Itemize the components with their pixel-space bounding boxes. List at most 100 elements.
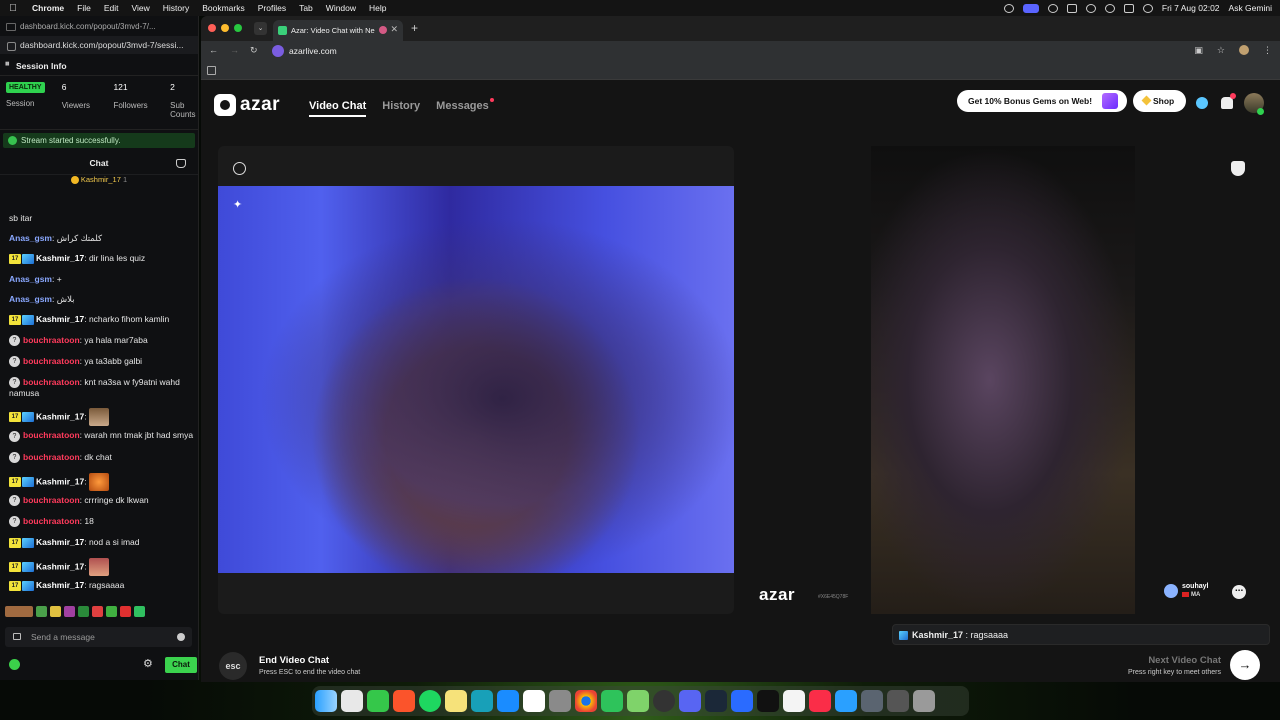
chat-username[interactable]: Kashmir_17	[36, 314, 84, 324]
emote-slot[interactable]	[106, 606, 117, 617]
menu-history[interactable]: History	[163, 3, 189, 13]
maps-icon[interactable]	[627, 690, 649, 712]
emote-slot[interactable]	[50, 606, 61, 617]
menu-profiles[interactable]: Profiles	[258, 3, 286, 13]
chat-bubble-icon[interactable]	[1196, 97, 1208, 109]
menu-kebab-icon[interactable]: ⋮	[1263, 45, 1272, 56]
nav-messages[interactable]: Messages	[436, 98, 494, 112]
menu-tab[interactable]: Tab	[299, 3, 313, 13]
downloads-icon[interactable]	[887, 690, 909, 712]
forward-icon[interactable]: →	[230, 45, 239, 55]
emote-slot[interactable]	[134, 606, 145, 617]
bookmark-star-icon[interactable]: ☆	[1217, 45, 1225, 56]
emote-slot[interactable]	[92, 606, 103, 617]
pinned-user-bar[interactable]: Kashmir_17 1	[0, 175, 198, 187]
bonus-gems-button[interactable]: Get 10% Bonus Gems on Web!	[957, 90, 1127, 112]
minimize-window-button[interactable]	[221, 24, 229, 32]
address-bar[interactable]: azarlive.com	[269, 43, 1189, 60]
menu-help[interactable]: Help	[369, 3, 386, 13]
safari-icon[interactable]	[835, 690, 857, 712]
chat-username[interactable]: Kashmir_17	[36, 537, 84, 547]
status-icon-active[interactable]	[1022, 3, 1039, 13]
zoom-window-button[interactable]	[234, 24, 242, 32]
peer-info[interactable]: souhayl MA	[1164, 582, 1234, 602]
profile-avatar-icon[interactable]	[1239, 45, 1249, 55]
chat-message-list[interactable]: sb itar Anas_gsm: كلمتك كراش 17 Kashmir_17:…	[0, 213, 199, 603]
chat-username[interactable]: Anas_gsm	[9, 294, 52, 304]
close-window-button[interactable]	[208, 24, 216, 32]
chrome-icon[interactable]	[575, 690, 597, 712]
report-shield-icon[interactable]	[1231, 161, 1245, 176]
apps-grid-icon[interactable]	[207, 66, 216, 75]
magic-wand-icon[interactable]: ✦	[233, 198, 242, 211]
popout-url[interactable]: dashboard.kick.com/popout/3mvd-7/sessi..…	[0, 36, 198, 54]
chat-username[interactable]: bouchraatoon	[23, 495, 80, 505]
menu-bookmarks[interactable]: Bookmarks	[202, 3, 245, 13]
chat-username[interactable]: Anas_gsm	[9, 233, 52, 243]
emote-slot[interactable]	[120, 606, 131, 617]
facetime-icon[interactable]	[601, 690, 623, 712]
emote-slot[interactable]	[36, 606, 47, 617]
finder-icon[interactable]	[315, 690, 337, 712]
status-icon-2[interactable]	[1066, 3, 1077, 13]
gear-icon[interactable]: ⚙	[143, 659, 154, 670]
chat-send-button[interactable]: Chat	[165, 657, 197, 673]
back-icon[interactable]: ←	[209, 45, 218, 55]
users-icon[interactable]	[176, 159, 186, 168]
siri-icon[interactable]	[1142, 3, 1153, 13]
brave-icon[interactable]	[393, 690, 415, 712]
status-icon-a[interactable]	[1085, 3, 1096, 13]
chat-username[interactable]: bouchraatoon	[23, 356, 80, 366]
davinci-icon[interactable]	[861, 690, 883, 712]
chat-username[interactable]: Kashmir_17	[36, 412, 84, 422]
proton-icon[interactable]	[731, 690, 753, 712]
emote-slot[interactable]	[64, 606, 75, 617]
notion-icon[interactable]	[523, 690, 545, 712]
apple-icon[interactable]: 	[8, 3, 18, 14]
music-icon[interactable]	[809, 690, 831, 712]
steam-icon[interactable]	[705, 690, 727, 712]
activity-icon[interactable]	[471, 690, 493, 712]
status-icon-1[interactable]	[1003, 3, 1014, 13]
chat-username[interactable]: bouchraatoon	[23, 452, 80, 462]
discord-icon[interactable]	[679, 690, 701, 712]
launchpad-icon[interactable]	[341, 690, 363, 712]
settings-icon[interactable]	[549, 690, 571, 712]
tab-azar[interactable]: Azar: Video Chat with Ne ✕	[273, 20, 403, 41]
wifi-icon[interactable]	[1104, 3, 1115, 13]
chat-username[interactable]: bouchraatoon	[23, 516, 80, 526]
more-options-icon[interactable]: ⋯	[1232, 585, 1246, 599]
menu-window[interactable]: Window	[326, 3, 356, 13]
datetime[interactable]: Fri 7 Aug 02:02	[1162, 3, 1220, 13]
ask-gemini-button[interactable]: Ask Gemini	[1229, 3, 1272, 13]
emote-slot[interactable]	[5, 606, 33, 617]
chat-username[interactable]: Kashmir_17	[36, 253, 84, 263]
trash-icon[interactable]	[913, 690, 935, 712]
menu-edit[interactable]: Edit	[104, 3, 119, 13]
reload-icon[interactable]: ↻	[250, 45, 258, 56]
chat-username[interactable]: Kashmir_17	[36, 476, 84, 486]
site-info-icon[interactable]	[272, 45, 284, 57]
control-center-icon[interactable]	[1123, 3, 1134, 13]
menu-app-name[interactable]: Chrome	[32, 3, 64, 13]
expand-icon[interactable]	[233, 162, 246, 175]
messages-icon[interactable]	[367, 690, 389, 712]
capcut-icon[interactable]	[783, 690, 805, 712]
chat-username[interactable]: bouchraatoon	[23, 430, 80, 440]
notes-icon[interactable]	[445, 690, 467, 712]
menu-file[interactable]: File	[77, 3, 91, 13]
end-chat-button[interactable]: esc	[219, 652, 247, 680]
chat-username[interactable]: bouchraatoon	[23, 335, 80, 345]
tiktok-icon[interactable]	[757, 690, 779, 712]
send-message-input[interactable]: Send a message	[5, 627, 192, 647]
chat-username[interactable]: Anas_gsm	[9, 274, 52, 284]
emoji-icon[interactable]	[177, 633, 185, 641]
chat-username[interactable]: bouchraatoon	[23, 377, 80, 387]
chat-username[interactable]: Kashmir_17	[36, 580, 84, 590]
next-chat-button[interactable]: →	[1230, 650, 1260, 680]
cast-icon[interactable]: ▣	[1194, 45, 1203, 56]
app-store-icon[interactable]	[497, 690, 519, 712]
spotify-icon[interactable]	[419, 690, 441, 712]
tab-search-icon[interactable]: ⌄	[254, 22, 267, 35]
nav-history[interactable]: History	[382, 100, 420, 112]
